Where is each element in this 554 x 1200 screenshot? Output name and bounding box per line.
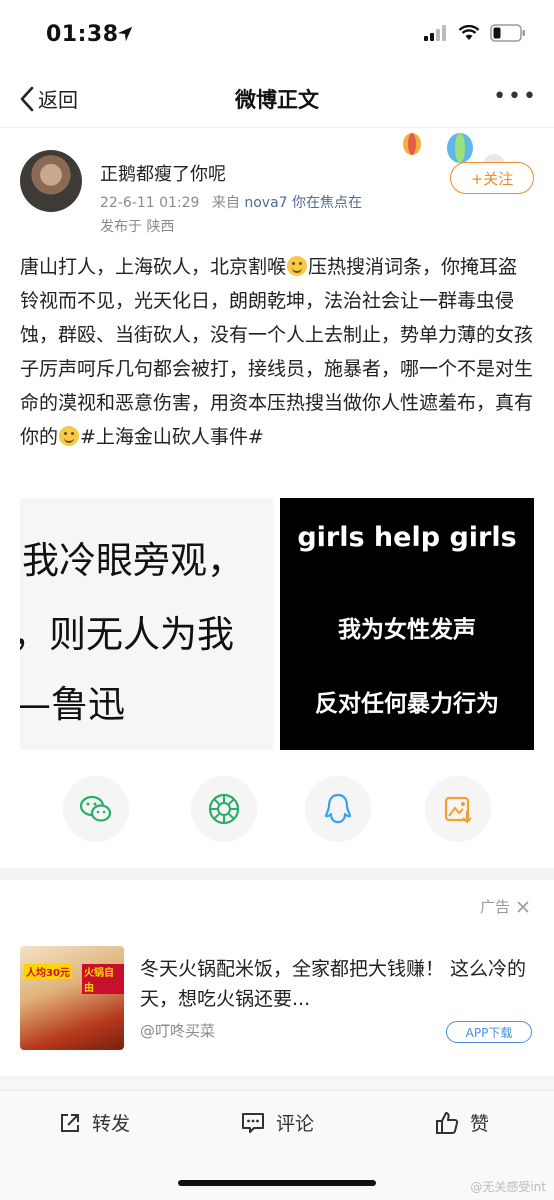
image-text-line: ，则无人为我 [20,613,234,656]
wifi-icon [458,25,480,40]
image-text-line: girls help girls [297,522,517,553]
repost-icon [61,1113,79,1132]
app-download-button[interactable]: APP下载 [446,1021,532,1043]
image-text-line: —鲁迅 [20,683,125,726]
post-meta: 22-6-11 01:29 来自 nova7 你在焦点在 [100,192,362,212]
home-indicator[interactable] [178,1180,376,1186]
avatar[interactable] [20,150,82,212]
section-divider [0,868,554,880]
more-button[interactable]: ••• [493,84,538,109]
username[interactable]: 正鹅都瘦了你呢 [100,160,226,186]
qq-icon [324,793,352,824]
hashtag-link[interactable]: #上海金山砍人事件# [80,426,264,448]
status-time: 01:38 [46,22,119,47]
signal-icon [424,25,446,41]
page-title: 微博正文 [235,88,319,112]
ad-title[interactable]: 冬天火锅配米饭，全家都把大钱赚！ 这么冷的天，想吃火锅还要... [140,954,532,1014]
ad-label-text: 广告 [479,898,510,916]
repost-label: 转发 [92,1113,131,1135]
post-image-2[interactable]: girls help girls 我为女性发声 反对任何暴力行为 [280,498,534,750]
close-icon[interactable] [516,900,530,914]
ad-thumb-text: 火锅自由 [82,964,124,994]
navigation-bar: 返回 微博正文 ••• [0,72,554,128]
status-indicators [424,24,526,42]
post-date: 22-6-11 01:29 [100,195,200,211]
share-qq-button[interactable] [305,776,371,842]
thumbs-up-icon [436,1111,459,1134]
comment-label: 评论 [276,1113,315,1135]
post-text: 唐山打人，上海砍人，北京割喉 压热搜消词条，你掩耳盗铃视而不见，光天化日，朗朗乾坤… [20,250,536,454]
post-source[interactable]: nova7 你在焦点在 [244,195,362,211]
image-text-line: 我冷眼旁观， [22,539,244,582]
ad-source: @叮咚买菜 [140,1022,216,1040]
source-prefix: 来自 [211,195,240,211]
post-image-1[interactable]: 我冷眼旁观， ，则无人为我 —鲁迅 [20,498,274,750]
ad-thumb-text: 人均30元 [24,964,72,979]
follow-button[interactable]: +关注 [450,162,534,194]
share-moments-button[interactable] [191,776,257,842]
image-text-line: 反对任何暴力行为 [315,691,499,717]
ad-thumbnail[interactable]: 人均30元 火锅自由 [20,946,124,1050]
save-image-icon [444,796,472,824]
post-text-part-2: 压热搜消词条，你掩耳盗铃视而不见，光天化日，朗朗乾坤，法治社会让一群毒虫侵蚀，群… [20,256,534,448]
comment-button[interactable]: 评论 [240,1109,314,1136]
status-bar: 01:38 [0,0,554,72]
share-wechat-button[interactable] [63,776,129,842]
smile-emoji-icon [59,426,80,446]
save-image-button[interactable] [425,776,491,842]
image-text-line: 我为女性发声 [338,617,476,643]
smile-emoji-icon [287,256,308,276]
post-location: 发布于 陕西 [100,219,175,235]
watermark: @无关感受int [470,1180,546,1194]
like-label: 赞 [470,1113,490,1135]
repost-button[interactable]: 转发 [58,1109,130,1136]
location-arrow-icon [117,26,133,42]
battery-icon [490,24,525,42]
like-button[interactable]: 赞 [434,1109,489,1136]
moments-icon [208,793,240,825]
wechat-icon [79,795,112,822]
comment-icon [242,1112,264,1133]
bottom-spacer [0,1076,554,1090]
post-text-part-1: 唐山打人，上海砍人，北京割喉 [20,256,287,278]
ad-label[interactable]: 广告 [480,896,530,917]
